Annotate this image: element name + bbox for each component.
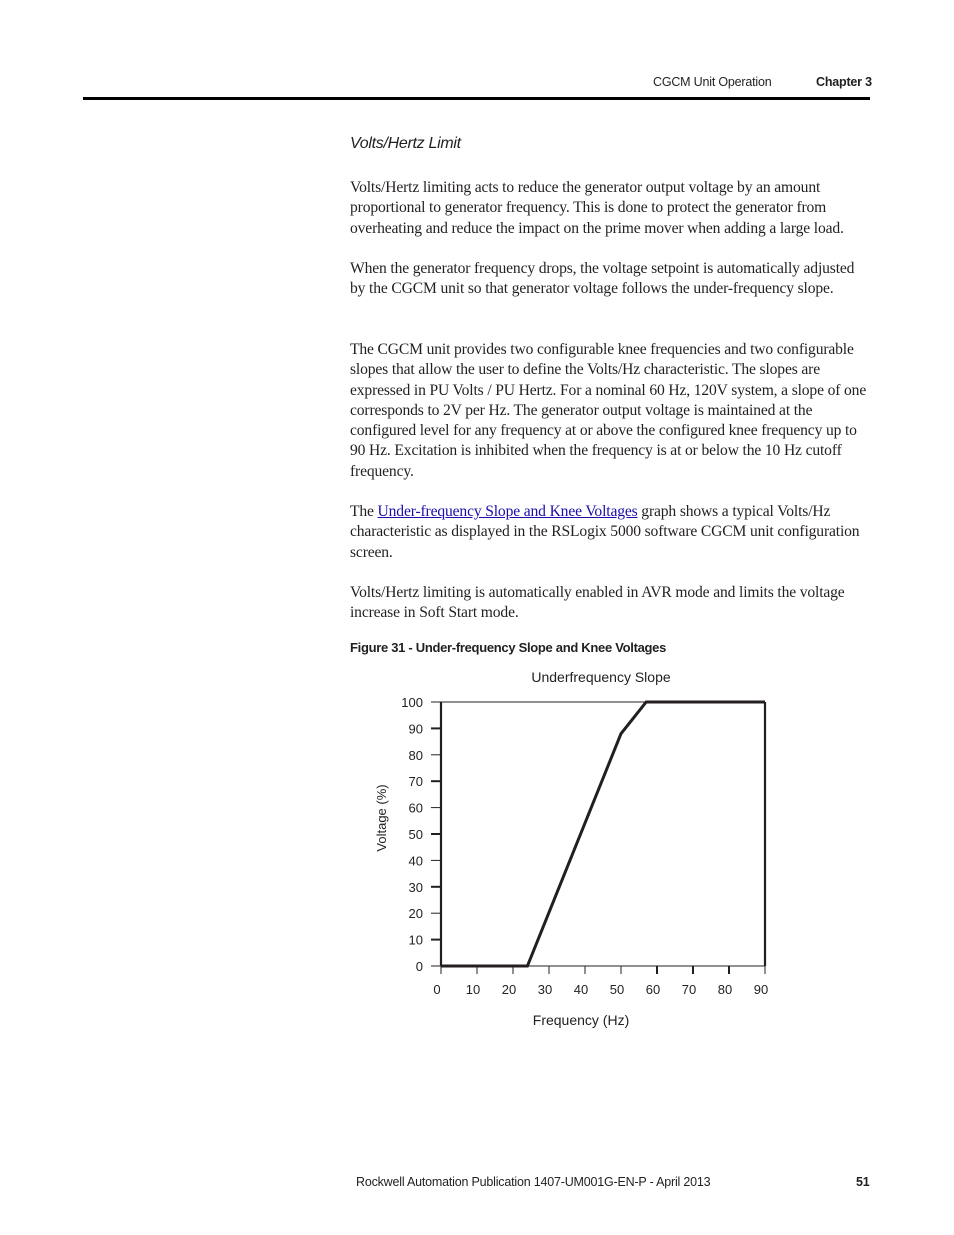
page-number: 51 xyxy=(856,1175,870,1189)
chart-title: Underfrequency Slope xyxy=(531,669,671,685)
series-line xyxy=(441,700,765,968)
underfrequency-chart: Underfrequency Slope Voltage (%) Frequen… xyxy=(374,669,768,1028)
x-tick-label: 40 xyxy=(574,982,588,997)
x-tick-label: 20 xyxy=(502,982,516,997)
x-tick-label: 0 xyxy=(433,982,440,997)
y-tick-label: 50 xyxy=(409,827,423,842)
x-tick-label: 80 xyxy=(718,982,732,997)
y-tick-label: 10 xyxy=(409,933,423,948)
y-tick-label: 20 xyxy=(409,906,423,921)
x-tick-label: 60 xyxy=(646,982,660,997)
y-axis-label: Voltage (%) xyxy=(374,784,389,851)
y-tick-label: 30 xyxy=(409,880,423,895)
x-tick-label: 10 xyxy=(466,982,480,997)
ticks: 0 10 20 30 40 50 60 70 80 90 100 0 10 20 30 40 50 60 70 80 9… xyxy=(401,695,768,997)
x-tick-label: 50 xyxy=(610,982,624,997)
series xyxy=(440,700,766,968)
y-tick-label: 80 xyxy=(409,748,423,763)
x-tick-label: 70 xyxy=(682,982,696,997)
x-axis-label: Frequency (Hz) xyxy=(533,1012,629,1028)
x-tick-label: 90 xyxy=(754,982,768,997)
y-tick-label: 70 xyxy=(409,774,423,789)
y-tick-label: 60 xyxy=(409,801,423,816)
y-tick-label: 90 xyxy=(409,721,423,736)
footer-publication: Rockwell Automation Publication 1407-UM0… xyxy=(356,1175,711,1189)
y-tick-label: 100 xyxy=(401,695,423,710)
axes xyxy=(431,701,767,967)
y-tick-label: 40 xyxy=(409,853,423,868)
x-tick-label: 30 xyxy=(538,982,552,997)
y-tick-label: 0 xyxy=(416,959,423,974)
